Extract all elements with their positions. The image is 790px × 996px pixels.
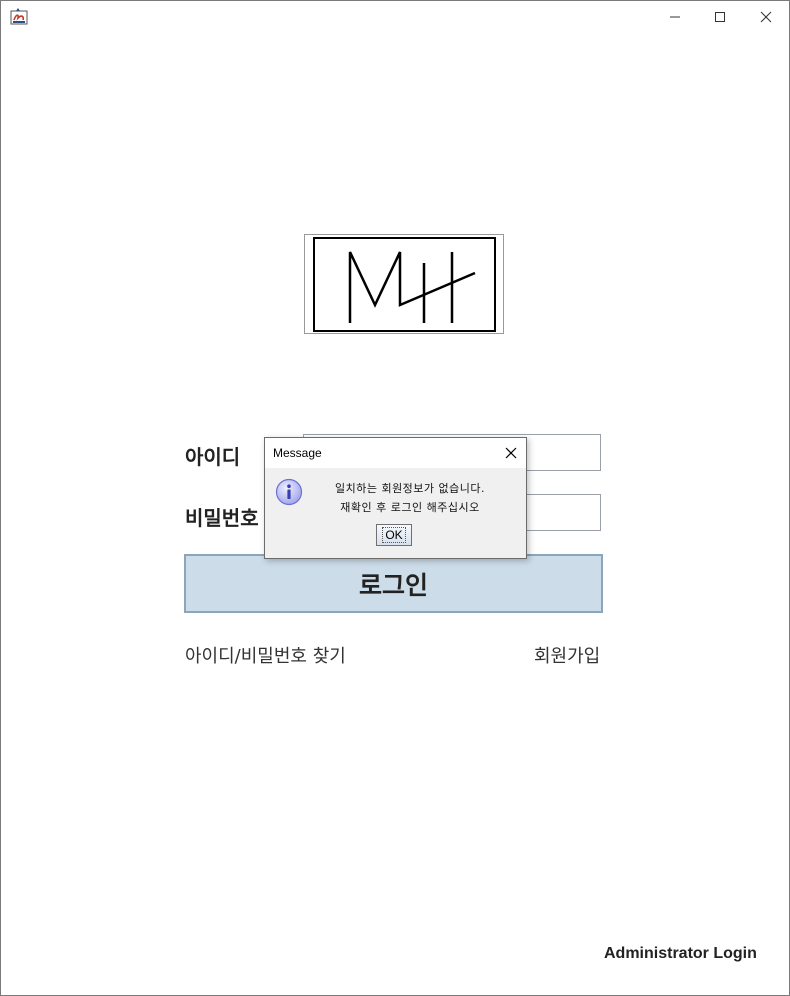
dialog-title: Message: [273, 446, 322, 460]
info-icon: [275, 478, 303, 506]
minimize-button[interactable]: [652, 1, 698, 33]
dialog-message-line1: 일치하는 회원정보가 없습니다.: [334, 482, 486, 495]
dialog-close-icon[interactable]: [502, 444, 520, 462]
find-id-password-link[interactable]: 아이디/비밀번호 찾기: [185, 642, 346, 668]
mh-logo-image: [313, 237, 496, 332]
dialog-message-line2: 재확인 후 로그인 해주십시오: [340, 501, 480, 514]
title-bar: [1, 1, 789, 33]
close-button[interactable]: [743, 1, 789, 33]
administrator-login-link[interactable]: Administrator Login: [604, 945, 757, 963]
ok-button[interactable]: OK: [376, 524, 412, 546]
maximize-icon: [715, 12, 725, 22]
ok-button-label: OK: [382, 527, 406, 543]
maximize-button[interactable]: [697, 1, 743, 33]
minimize-icon: [670, 16, 680, 18]
login-button[interactable]: 로그인: [184, 554, 603, 613]
signup-link[interactable]: 회원가입: [534, 642, 600, 668]
message-dialog: Message 일치하는 회원정보가 없습니다. 재확인 후 로그인 해주십시오…: [264, 437, 527, 559]
close-icon: [760, 11, 772, 23]
java-app-icon: [10, 8, 28, 25]
password-label: 비밀번호: [185, 506, 259, 530]
logo: [304, 234, 504, 334]
main-window: 아이디 비밀번호 로그인 아이디/비밀번호 찾기 회원가입 Administra…: [0, 0, 790, 996]
dialog-title-bar: Message: [265, 438, 526, 468]
id-label: 아이디: [185, 445, 241, 469]
